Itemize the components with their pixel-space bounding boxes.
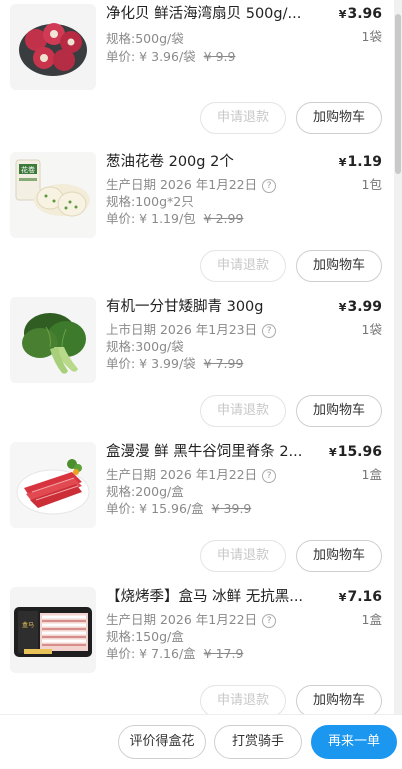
review-button[interactable]: 评价得盒花	[118, 725, 206, 759]
item-title[interactable]: 净化贝 鲜活海湾扇贝 500g/...	[106, 4, 316, 24]
refund-button[interactable]: 申请退款	[200, 540, 286, 572]
item-price: ¥15.96	[329, 444, 382, 460]
bottom-action-bar: 评价得盒花 打赏骑手 再来一单	[0, 714, 402, 769]
item-price: ¥3.96	[338, 6, 382, 22]
item-unit-price: 单价: ¥ 1.19/包 ¥ 2.99	[106, 211, 244, 226]
item-spec: 规格:500g/袋	[106, 31, 184, 46]
item-unit-price: 单价: ¥ 3.96/袋 ¥ 9.9	[106, 49, 236, 64]
item-quantity: 1包	[361, 177, 382, 192]
item-price: ¥3.99	[338, 299, 382, 315]
add-to-cart-button[interactable]: 加购物车	[296, 102, 382, 134]
item-quantity: 1盒	[361, 467, 382, 482]
order-item: 有机一分甘矮脚青 300g ¥3.99 1袋 上市日期 2026 年1月23日?…	[0, 293, 394, 438]
scallop-image[interactable]	[10, 4, 96, 90]
order-item: 盒漫漫 鲜 黑牛谷饲里脊条 2... ¥15.96 1盒 生产日期 2026 年…	[0, 438, 394, 583]
item-spec: 规格:150g/盒	[106, 629, 184, 644]
original-price: ¥ 9.9	[203, 49, 236, 64]
production-date: 生产日期 2026 年1月22日?	[106, 611, 277, 629]
production-date: 生产日期 2026 年1月22日?	[106, 466, 277, 484]
order-item: 盒马 【烧烤季】盒马 冰鲜 无抗黑... ¥7.16 1盒 生产日期 2026 …	[0, 583, 394, 728]
order-item: 净化贝 鲜活海湾扇贝 500g/... ¥3.96 1袋 规格:500g/袋 单…	[0, 0, 394, 145]
add-to-cart-button[interactable]: 加购物车	[296, 250, 382, 282]
refund-button[interactable]: 申请退款	[200, 395, 286, 427]
item-quantity: 1盒	[361, 612, 382, 627]
item-price: ¥1.19	[338, 154, 382, 170]
order-item: 花卷 葱油花卷 200g 2个 ¥1.19 1包 生产日期 2026 年1月22…	[0, 148, 394, 293]
add-to-cart-button[interactable]: 加购物车	[296, 685, 382, 717]
refund-button[interactable]: 申请退款	[200, 250, 286, 282]
pork-belly-image[interactable]: 盒马	[10, 587, 96, 673]
tip-rider-button[interactable]: 打赏骑手	[214, 725, 302, 759]
item-title[interactable]: 盒漫漫 鲜 黑牛谷饲里脊条 2...	[106, 442, 316, 462]
help-icon[interactable]: ?	[262, 179, 277, 193]
refund-button[interactable]: 申请退款	[200, 102, 286, 134]
item-spec: 规格:100g*2只	[106, 194, 194, 209]
add-to-cart-button[interactable]: 加购物车	[296, 540, 382, 572]
item-quantity: 1袋	[361, 322, 382, 337]
beef-strips-image[interactable]	[10, 442, 96, 528]
flower-roll-image[interactable]: 花卷	[10, 152, 96, 238]
bok-choy-image[interactable]	[10, 297, 96, 383]
scrollbar-thumb[interactable]	[395, 14, 401, 174]
item-unit-price: 单价: ¥ 7.16/盒 ¥ 17.9	[106, 646, 244, 661]
market-date: 上市日期 2026 年1月23日?	[106, 321, 277, 339]
refund-button[interactable]: 申请退款	[200, 685, 286, 717]
help-icon[interactable]: ?	[262, 469, 277, 483]
item-unit-price: 单价: ¥ 3.99/袋 ¥ 7.99	[106, 356, 244, 371]
item-spec: 规格:200g/盒	[106, 484, 184, 499]
svg-text:盒马: 盒马	[22, 621, 34, 629]
item-title[interactable]: 有机一分甘矮脚青 300g	[106, 297, 316, 317]
original-price: ¥ 39.9	[211, 501, 252, 516]
item-title[interactable]: 葱油花卷 200g 2个	[106, 152, 316, 172]
item-unit-price: 单价: ¥ 15.96/盒 ¥ 39.9	[106, 501, 252, 516]
reorder-button[interactable]: 再来一单	[311, 725, 397, 759]
original-price: ¥ 7.99	[203, 356, 244, 371]
item-spec: 规格:300g/袋	[106, 339, 184, 354]
item-title[interactable]: 【烧烤季】盒马 冰鲜 无抗黑...	[106, 587, 316, 607]
item-quantity: 1袋	[361, 29, 382, 44]
help-icon[interactable]: ?	[262, 614, 277, 628]
item-price: ¥7.16	[338, 589, 382, 605]
original-price: ¥ 17.9	[203, 646, 244, 661]
help-icon[interactable]: ?	[262, 324, 277, 338]
original-price: ¥ 2.99	[203, 211, 244, 226]
scrollbar[interactable]	[394, 0, 402, 768]
svg-text:花卷: 花卷	[21, 165, 35, 174]
add-to-cart-button[interactable]: 加购物车	[296, 395, 382, 427]
production-date: 生产日期 2026 年1月22日?	[106, 176, 277, 194]
